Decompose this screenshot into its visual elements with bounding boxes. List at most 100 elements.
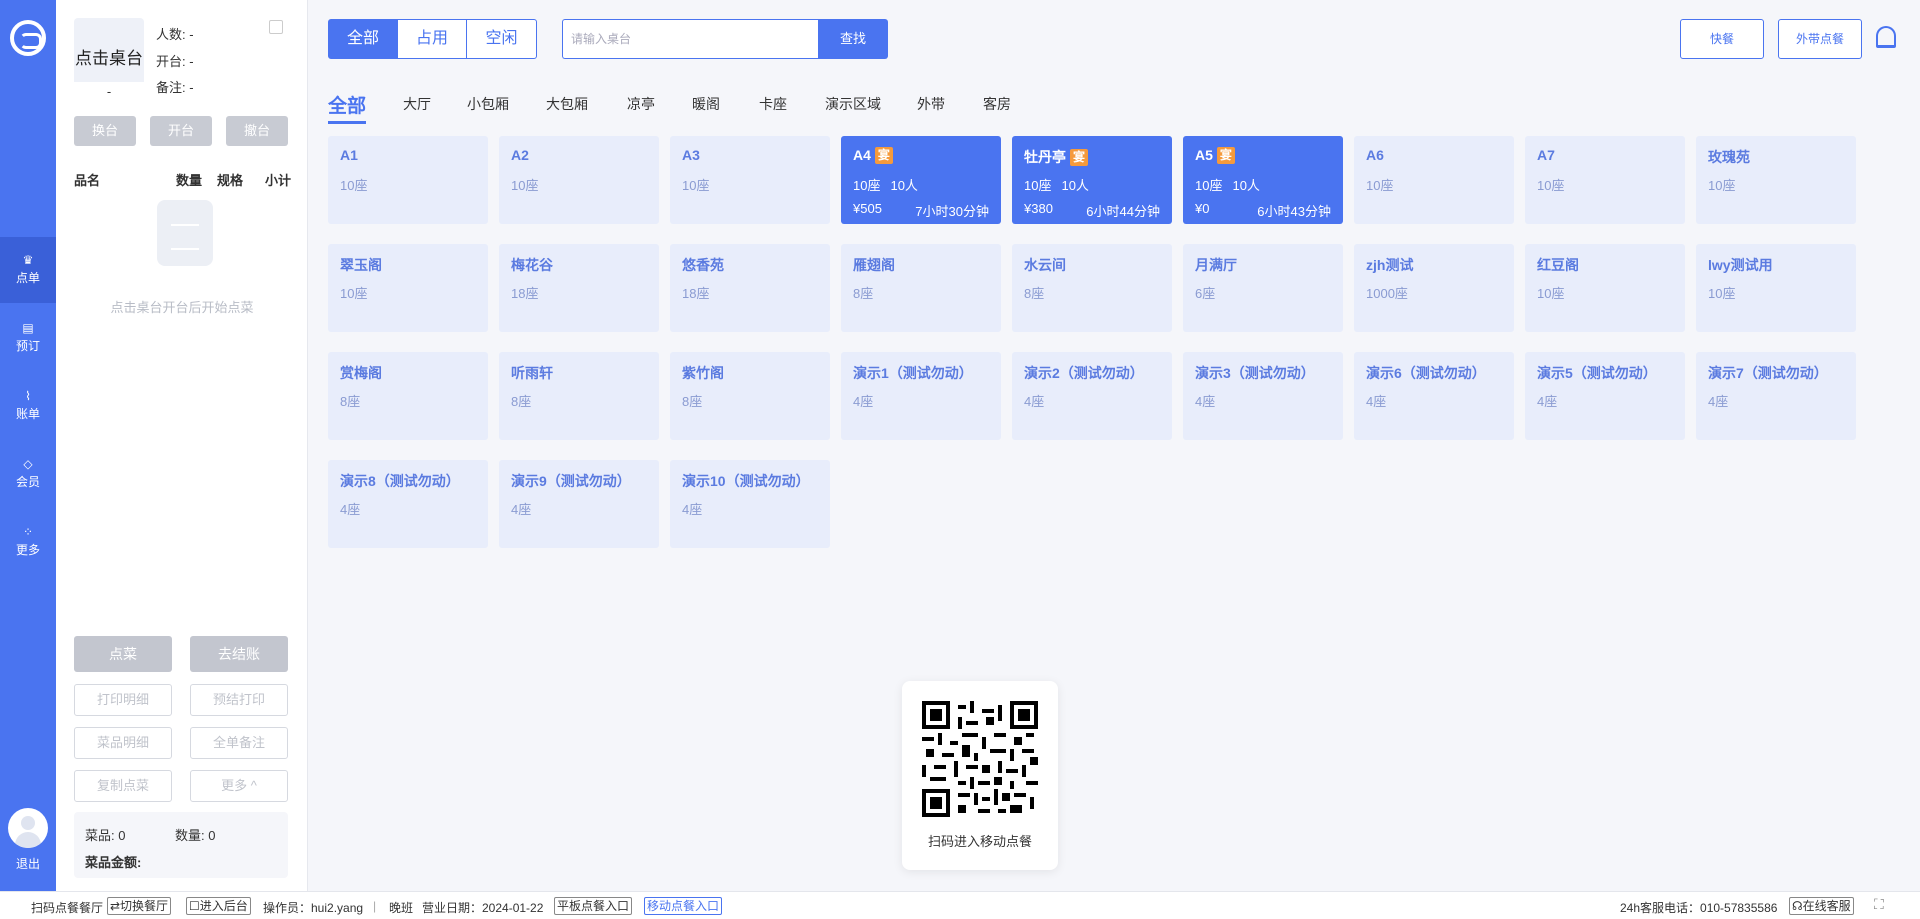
table-card[interactable]: 梅花谷 18座: [499, 244, 659, 332]
nav-item-reserve[interactable]: ▤ 预订: [0, 305, 56, 371]
logout-button[interactable]: 退出: [0, 855, 56, 872]
table-card[interactable]: 演示1（测试勿动） 4座: [841, 352, 1001, 440]
cancel-table-button[interactable]: 撤台: [226, 116, 288, 146]
print-detail-button[interactable]: 打印明细: [74, 684, 172, 716]
table-card[interactable]: 红豆阁 10座: [1525, 244, 1685, 332]
chart-icon: ⌇: [25, 389, 31, 403]
table-card[interactable]: 月满厅 6座: [1183, 244, 1343, 332]
nav-item-order[interactable]: ♛ 点单: [0, 237, 56, 303]
table-name-text: 演示2（测试勿动）: [1024, 365, 1144, 381]
zone-tab[interactable]: 演示区域: [825, 94, 881, 114]
zone-tab[interactable]: 外带: [917, 94, 945, 114]
order-summary: 菜品: 0 数量: 0 菜品金额:: [74, 812, 288, 878]
nav-item-bill[interactable]: ⌇ 账单: [0, 373, 56, 439]
zone-tab[interactable]: 全部: [328, 91, 367, 124]
table-card[interactable]: lwy测试用 10座: [1696, 244, 1856, 332]
table-seats: 8座: [511, 394, 532, 409]
table-card[interactable]: 听雨轩 8座: [499, 352, 659, 440]
zone-tab[interactable]: 大包厢: [546, 94, 588, 114]
table-card[interactable]: A1 10座: [328, 136, 488, 224]
table-card[interactable]: 演示2（测试勿动） 4座: [1012, 352, 1172, 440]
table-card[interactable]: 玫瑰苑 10座: [1696, 136, 1856, 224]
table-card[interactable]: 紫竹阁 8座: [670, 352, 830, 440]
open-table-button[interactable]: 开台: [150, 116, 212, 146]
table-name: 梅花谷: [511, 255, 647, 275]
table-amount-row: ¥505 7小时30分钟: [853, 201, 989, 219]
bell-icon[interactable]: [1876, 26, 1896, 48]
nav-item-more[interactable]: ⁘ 更多: [0, 509, 56, 575]
table-seats: 8座: [853, 286, 874, 301]
table-people: 10人: [890, 178, 918, 193]
table-card[interactable]: 水云间 8座: [1012, 244, 1172, 332]
table-amount: ¥505: [853, 201, 882, 216]
table-card[interactable]: 演示9（测试勿动） 4座: [499, 460, 659, 548]
order-dish-button[interactable]: 点菜: [74, 636, 172, 672]
order-panel: 点击桌台 - 人数: - 开台: - 备注: - 换台 开台 撤台 品名 数量 …: [56, 0, 308, 891]
table-name: 演示1（测试勿动）: [853, 363, 989, 383]
app-logo-icon: [10, 20, 46, 56]
table-name-text: 赏梅阁: [340, 365, 382, 381]
table-name: 雁翅阁: [853, 255, 989, 275]
shift-info: 晚班: [389, 901, 414, 915]
filter-all[interactable]: 全部: [328, 19, 398, 59]
avatar[interactable]: [8, 808, 48, 848]
table-card[interactable]: 悠香苑 18座: [670, 244, 830, 332]
zone-tab[interactable]: 暖阁: [692, 94, 720, 114]
dish-detail-button[interactable]: 菜品明细: [74, 727, 172, 759]
filter-occupied[interactable]: 占用: [397, 19, 467, 59]
zone-tab[interactable]: 小包厢: [467, 94, 509, 114]
enter-backend-button[interactable]: ☐进入后台: [186, 897, 251, 915]
table-card[interactable]: 演示8（测试勿动） 4座: [328, 460, 488, 548]
more-button[interactable]: 更多 ^: [190, 770, 288, 802]
filter-free[interactable]: 空闲: [466, 19, 537, 59]
search-button[interactable]: 查找: [818, 19, 888, 59]
pre-print-button[interactable]: 预结打印: [190, 684, 288, 716]
table-seats: 10座: [853, 178, 881, 193]
table-card[interactable]: A6 10座: [1354, 136, 1514, 224]
table-card[interactable]: A3 10座: [670, 136, 830, 224]
full-remark-button[interactable]: 全单备注: [190, 727, 288, 759]
table-card[interactable]: 翠玉阁 10座: [328, 244, 488, 332]
copy-order-button[interactable]: 复制点菜: [74, 770, 172, 802]
takeout-order-button[interactable]: 外带点餐: [1778, 19, 1862, 59]
table-card[interactable]: 雁翅阁 8座: [841, 244, 1001, 332]
zone-tab[interactable]: 大厅: [403, 94, 431, 114]
table-card[interactable]: A5 宴 10座 10人 ¥0 6小时43分钟: [1183, 136, 1343, 224]
zone-tab[interactable]: 客房: [983, 94, 1011, 114]
switch-restaurant-button[interactable]: ⇄切换餐厅: [107, 897, 172, 915]
fullscreen-icon[interactable]: ⛶: [1874, 896, 1884, 913]
table-card[interactable]: 赏梅阁 8座: [328, 352, 488, 440]
online-service-button[interactable]: ☊在线客服: [1789, 897, 1854, 915]
table-seats: 4座: [1537, 394, 1558, 409]
table-amount-row: ¥380 6小时44分钟: [1024, 201, 1160, 219]
table-card[interactable]: 演示7（测试勿动） 4座: [1696, 352, 1856, 440]
selected-table-box[interactable]: 点击桌台 -: [74, 18, 144, 102]
table-card[interactable]: 牡丹亭宴 10座 10人 ¥380 6小时44分钟: [1012, 136, 1172, 224]
mobile-entry-button[interactable]: 移动点餐入口: [644, 897, 723, 915]
table-card[interactable]: 演示10（测试勿动） 4座: [670, 460, 830, 548]
checkout-button[interactable]: 去结账: [190, 636, 288, 672]
table-card[interactable]: 演示5（测试勿动） 4座: [1525, 352, 1685, 440]
table-name-text: 悠香苑: [682, 257, 724, 273]
table-seats: 4座: [340, 502, 361, 517]
change-table-button[interactable]: 换台: [74, 116, 136, 146]
quick-meal-button[interactable]: 快餐: [1680, 19, 1764, 59]
edit-icon[interactable]: [269, 20, 283, 34]
table-name: A2: [511, 147, 647, 167]
table-card[interactable]: zjh测试 1000座: [1354, 244, 1514, 332]
zone-tab[interactable]: 卡座: [759, 94, 787, 114]
table-card[interactable]: A7 10座: [1525, 136, 1685, 224]
tablet-entry-button[interactable]: 平板点餐入口: [554, 897, 633, 915]
table-card[interactable]: 演示6（测试勿动） 4座: [1354, 352, 1514, 440]
table-card[interactable]: 演示3（测试勿动） 4座: [1183, 352, 1343, 440]
nav-item-member[interactable]: ◇ 会员: [0, 441, 56, 507]
table-seats: 10座: [1708, 286, 1736, 301]
col-spec: 规格: [217, 173, 244, 188]
table-seats: 8座: [1024, 286, 1045, 301]
table-name-text: 水云间: [1024, 257, 1066, 273]
table-card[interactable]: A4 宴 10座 10人 ¥505 7小时30分钟: [841, 136, 1001, 224]
zone-tab[interactable]: 凉亭: [627, 94, 655, 114]
table-card[interactable]: A2 10座: [499, 136, 659, 224]
table-search-input[interactable]: [562, 19, 818, 59]
table-name: 水云间: [1024, 255, 1160, 275]
